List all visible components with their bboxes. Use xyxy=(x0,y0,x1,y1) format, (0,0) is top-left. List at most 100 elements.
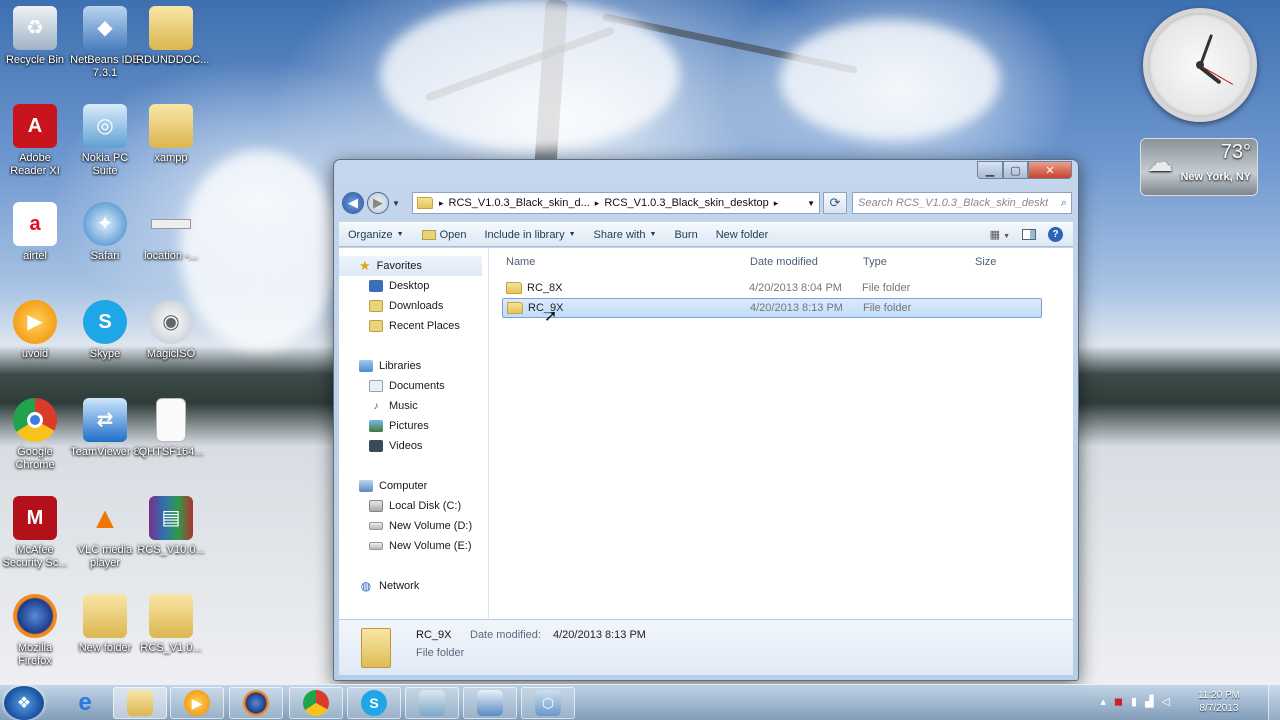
desktop-icon-vlc[interactable]: ▲ VLC media player xyxy=(70,496,140,570)
minimize-button[interactable]: ▁ xyxy=(977,161,1003,179)
start-button[interactable]: ❖ xyxy=(4,686,44,720)
recent-pages-dropdown[interactable]: ▼ xyxy=(392,199,400,208)
desktop-icon-airtel[interactable]: a airtel xyxy=(0,202,70,263)
include-in-library-button[interactable]: Include in library ▼ xyxy=(476,229,585,241)
desktop-icon-nokia-pc-suite[interactable]: ◎ Nokia PC Suite xyxy=(70,104,140,178)
mcafee-icon: M xyxy=(13,496,57,540)
explorer-window[interactable]: ▁ ▢ ✕ ◀ ▶ ▼ ▸ RCS_V1.0.3_Black_skin_d...… xyxy=(333,159,1079,681)
document-icon xyxy=(156,398,186,442)
taskbar-app[interactable] xyxy=(405,687,459,719)
nav-recent-places[interactable]: Recent Places xyxy=(339,316,488,336)
nokia-pc-suite-icon: ◎ xyxy=(83,104,127,148)
libraries-icon xyxy=(359,360,373,372)
nav-favorites[interactable]: ★ Favorites xyxy=(339,256,482,276)
device-icon[interactable]: ▮ xyxy=(1131,695,1137,708)
skype-icon: S xyxy=(83,300,127,344)
desktop-icon-xampp[interactable]: xampp xyxy=(136,104,206,165)
nav-local-disk-c[interactable]: Local Disk (C:) xyxy=(339,496,488,516)
taskbar-chrome[interactable] xyxy=(289,687,343,719)
network-icon[interactable]: ▟ xyxy=(1145,695,1153,708)
new-folder-button[interactable]: New folder xyxy=(707,229,778,241)
volume-icon[interactable]: ◁ xyxy=(1162,695,1170,708)
taskbar-firefox[interactable] xyxy=(229,687,283,719)
desktop-icon-rcs-rar[interactable]: ▤ RCS_V10.0... xyxy=(136,496,206,557)
nav-downloads[interactable]: Downloads xyxy=(339,296,488,316)
taskbar-media-player[interactable]: ▶ xyxy=(170,687,224,719)
desktop-icon-netbeans[interactable]: ◆ NetBeans IDE 7.3.1 xyxy=(70,6,140,80)
desktop-icon-new-folder[interactable]: New folder xyxy=(70,594,140,655)
refresh-button[interactable]: ⟳ xyxy=(823,192,847,214)
folder-icon xyxy=(149,6,193,50)
taskbar-virtualbox[interactable]: ⬡ xyxy=(521,687,575,719)
folder-icon xyxy=(83,594,127,638)
taskbar-windows-explorer[interactable] xyxy=(113,687,167,719)
taskbar-skype[interactable]: S xyxy=(347,687,401,719)
desktop-icon-teamviewer[interactable]: ⇄ TeamViewer 8 xyxy=(70,398,140,459)
desktop-icon-recycle-bin[interactable]: ♻ Recycle Bin xyxy=(0,6,70,67)
address-row: ◀ ▶ ▼ ▸ RCS_V1.0.3_Black_skin_d... ▸ RCS… xyxy=(342,191,1072,215)
desktop-icon-magiciso[interactable]: ◉ MagicISO xyxy=(136,300,206,361)
desktop-icon-skype[interactable]: S Skype xyxy=(70,300,140,361)
nav-network[interactable]: ◍ Network xyxy=(339,576,488,596)
winrar-icon: ▤ xyxy=(149,496,193,540)
media-player-icon: ▶ xyxy=(13,300,57,344)
show-desktop-button[interactable] xyxy=(1268,685,1280,720)
column-header-date-modified[interactable]: Date modified xyxy=(750,256,818,268)
file-row[interactable]: RC_9X 4/20/2013 8:13 PM File folder xyxy=(502,298,1042,318)
desktop-icon-mcafee[interactable]: M McAfee Security Sc... xyxy=(0,496,70,570)
app-icon xyxy=(419,690,445,716)
desktop-icon-safari[interactable]: ✦ Safari xyxy=(70,202,140,263)
view-options-icon[interactable]: ▦ ▼ xyxy=(990,228,1010,241)
show-hidden-icons-icon[interactable]: ▴ xyxy=(1100,695,1106,708)
desktop-icon-rdunddoc[interactable]: RDUNDDOC... xyxy=(136,6,209,67)
close-button[interactable]: ✕ xyxy=(1028,161,1072,179)
chevron-down-icon: ▼ xyxy=(568,231,576,238)
desktop-icon-adobe-reader[interactable]: A Adobe Reader XI xyxy=(0,104,70,178)
address-bar[interactable]: ▸ RCS_V1.0.3_Black_skin_d... ▸ RCS_V1.0.… xyxy=(412,192,820,214)
nav-pictures[interactable]: Pictures xyxy=(339,416,488,436)
search-input[interactable]: Search RCS_V1.0.3_Black_skin_desktop ⌕ xyxy=(852,192,1072,214)
burn-button[interactable]: Burn xyxy=(665,229,706,241)
nav-videos[interactable]: Videos xyxy=(339,436,488,456)
clock-center xyxy=(1196,61,1204,69)
organize-button[interactable]: Organize ▼ xyxy=(339,229,413,241)
nav-music[interactable]: ♪ Music xyxy=(339,396,488,416)
desktop-icon-firefox[interactable]: Mozilla Firefox xyxy=(0,594,70,668)
desktop-icon-rcs-folder[interactable]: RCS_V1.0... xyxy=(136,594,206,655)
recent-places-icon xyxy=(369,320,383,332)
preview-pane-icon[interactable] xyxy=(1022,229,1036,240)
cube-icon: ⬡ xyxy=(535,690,561,716)
forward-button[interactable]: ▶ xyxy=(367,192,389,214)
weather-gadget[interactable]: ☁ 73° New York, NY xyxy=(1140,138,1258,196)
column-header-type[interactable]: Type xyxy=(863,256,887,268)
help-icon[interactable]: ? xyxy=(1048,227,1063,242)
desktop-icon-qhtsf[interactable]: QHTSF164... xyxy=(136,398,206,459)
desktop-icon-location[interactable]: location -... xyxy=(136,202,206,263)
screen-icon xyxy=(477,690,503,716)
file-row[interactable]: RC_8X 4/20/2013 8:04 PM File folder xyxy=(502,278,1042,298)
column-header-name[interactable]: Name xyxy=(506,256,535,268)
nav-libraries[interactable]: Libraries xyxy=(339,356,488,376)
desktop-icon-uvoid[interactable]: ▶ uvoid xyxy=(0,300,70,361)
share-with-button[interactable]: Share with ▼ xyxy=(585,229,666,241)
nav-desktop[interactable]: Desktop xyxy=(339,276,488,296)
column-header-size[interactable]: Size xyxy=(975,256,996,268)
desktop-icon-chrome[interactable]: Google Chrome xyxy=(0,398,70,472)
nav-computer[interactable]: Computer xyxy=(339,476,488,496)
nav-new-volume-e[interactable]: New Volume (E:) xyxy=(339,536,488,556)
breadcrumb-segment[interactable]: RCS_V1.0.3_Black_skin_desktop xyxy=(604,197,768,209)
nav-new-volume-d[interactable]: New Volume (D:) xyxy=(339,516,488,536)
back-button[interactable]: ◀ xyxy=(342,192,364,214)
nav-documents[interactable]: Documents xyxy=(339,376,488,396)
taskbar-screen-app[interactable] xyxy=(463,687,517,719)
maximize-button[interactable]: ▢ xyxy=(1003,161,1028,179)
system-tray-icons: ▴ ◼ ▮ ▟ ◁ xyxy=(1100,695,1170,708)
clock-gadget[interactable] xyxy=(1143,8,1257,122)
open-button[interactable]: Open xyxy=(413,229,476,241)
folder-icon xyxy=(507,302,523,314)
breadcrumb-segment[interactable]: RCS_V1.0.3_Black_skin_d... xyxy=(449,197,590,209)
address-dropdown-icon[interactable]: ▼ xyxy=(807,199,815,208)
clock-area[interactable]: 11:20 PM 8/7/2013 xyxy=(1198,689,1240,715)
taskbar-internet-explorer[interactable]: e xyxy=(58,687,112,719)
security-icon[interactable]: ◼ xyxy=(1114,695,1123,708)
